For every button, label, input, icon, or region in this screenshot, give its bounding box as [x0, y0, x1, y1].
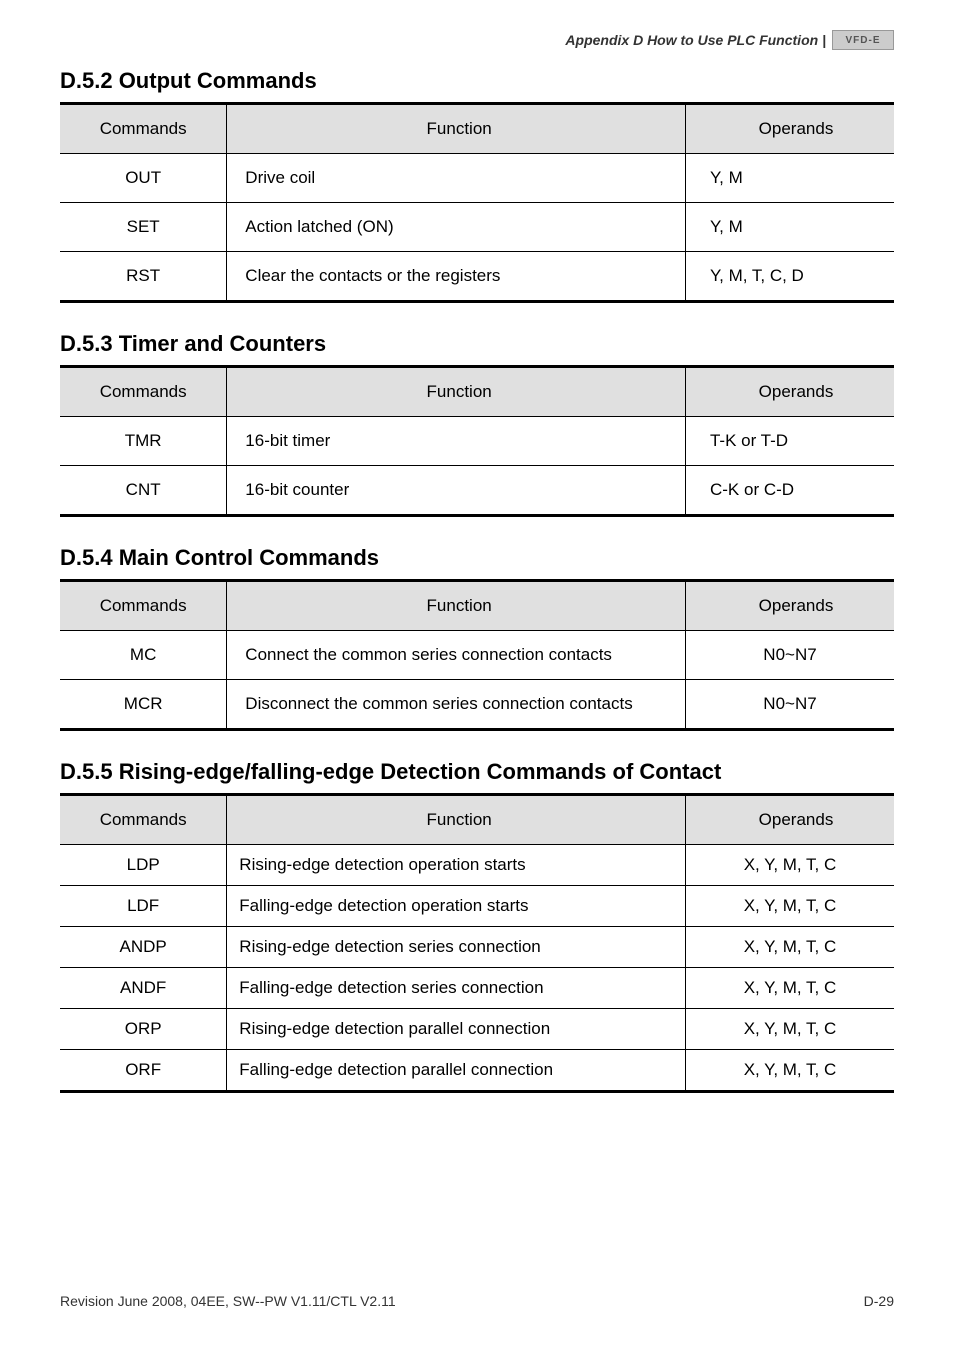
- cell-cmd: LDP: [60, 845, 227, 886]
- cell-cmd: TMR: [60, 417, 227, 466]
- table-row: CNT16-bit counterC-K or C-D: [60, 466, 894, 516]
- section-title: D.5.2 Output Commands: [60, 68, 894, 94]
- cell-func: Clear the contacts or the registers: [227, 252, 686, 302]
- commands-table: CommandsFunctionOperandsLDPRising-edge d…: [60, 793, 894, 1093]
- cell-op: N0~N7: [685, 631, 894, 680]
- commands-table: CommandsFunctionOperandsTMR16-bit timerT…: [60, 365, 894, 517]
- cell-op: X, Y, M, T, C: [685, 845, 894, 886]
- table-row: ORFFalling-edge detection parallel conne…: [60, 1050, 894, 1092]
- page-header: Appendix D How to Use PLC Function | VFD…: [60, 30, 894, 50]
- cell-func: Falling-edge detection parallel connecti…: [227, 1050, 686, 1092]
- table-header-cmd: Commands: [60, 367, 227, 417]
- table-header-op: Operands: [685, 367, 894, 417]
- cell-op: Y, M: [685, 203, 894, 252]
- table-row: MCRDisconnect the common series connecti…: [60, 680, 894, 730]
- cell-cmd: RST: [60, 252, 227, 302]
- table-header-func: Function: [227, 581, 686, 631]
- table-header-cmd: Commands: [60, 104, 227, 154]
- cell-op: X, Y, M, T, C: [685, 1050, 894, 1092]
- table-row: ORPRising-edge detection parallel connec…: [60, 1009, 894, 1050]
- table-row: LDPRising-edge detection operation start…: [60, 845, 894, 886]
- cell-op: C-K or C-D: [685, 466, 894, 516]
- cell-cmd: LDF: [60, 886, 227, 927]
- footer-revision: Revision June 2008, 04EE, SW--PW V1.11/C…: [60, 1293, 396, 1309]
- vfd-logo: VFD-E: [832, 30, 894, 50]
- table-header-func: Function: [227, 367, 686, 417]
- cell-func: Falling-edge detection series connection: [227, 968, 686, 1009]
- cell-func: Connect the common series connection con…: [227, 631, 686, 680]
- table-header-func: Function: [227, 795, 686, 845]
- cell-cmd: ORF: [60, 1050, 227, 1092]
- cell-cmd: MCR: [60, 680, 227, 730]
- cell-func: Disconnect the common series connection …: [227, 680, 686, 730]
- table-header-cmd: Commands: [60, 795, 227, 845]
- cell-func: Falling-edge detection operation starts: [227, 886, 686, 927]
- table-row: SETAction latched (ON)Y, M: [60, 203, 894, 252]
- table-header-cmd: Commands: [60, 581, 227, 631]
- cell-func: Action latched (ON): [227, 203, 686, 252]
- commands-table: CommandsFunctionOperandsMCConnect the co…: [60, 579, 894, 731]
- content-area: D.5.2 Output CommandsCommandsFunctionOpe…: [60, 68, 894, 1093]
- cell-func: Rising-edge detection operation starts: [227, 845, 686, 886]
- cell-cmd: CNT: [60, 466, 227, 516]
- cell-op: X, Y, M, T, C: [685, 1009, 894, 1050]
- table-row: LDFFalling-edge detection operation star…: [60, 886, 894, 927]
- section-title: D.5.5 Rising-edge/falling-edge Detection…: [60, 759, 894, 785]
- cell-cmd: OUT: [60, 154, 227, 203]
- cell-op: Y, M: [685, 154, 894, 203]
- table-row: ANDPRising-edge detection series connect…: [60, 927, 894, 968]
- section-title: D.5.4 Main Control Commands: [60, 545, 894, 571]
- cell-func: 16-bit counter: [227, 466, 686, 516]
- page-footer: Revision June 2008, 04EE, SW--PW V1.11/C…: [60, 1293, 894, 1309]
- table-row: ANDFFalling-edge detection series connec…: [60, 968, 894, 1009]
- commands-table: CommandsFunctionOperandsOUTDrive coilY, …: [60, 102, 894, 303]
- footer-page-number: D-29: [864, 1293, 894, 1309]
- cell-op: N0~N7: [685, 680, 894, 730]
- table-row: MCConnect the common series connection c…: [60, 631, 894, 680]
- table-row: OUTDrive coilY, M: [60, 154, 894, 203]
- cell-cmd: SET: [60, 203, 227, 252]
- header-text: Appendix D How to Use PLC Function |: [565, 32, 826, 48]
- cell-op: X, Y, M, T, C: [685, 927, 894, 968]
- table-header-op: Operands: [685, 795, 894, 845]
- table-row: TMR16-bit timerT-K or T-D: [60, 417, 894, 466]
- cell-op: X, Y, M, T, C: [685, 968, 894, 1009]
- cell-func: Rising-edge detection parallel connectio…: [227, 1009, 686, 1050]
- cell-func: Drive coil: [227, 154, 686, 203]
- cell-cmd: MC: [60, 631, 227, 680]
- cell-op: X, Y, M, T, C: [685, 886, 894, 927]
- cell-op: T-K or T-D: [685, 417, 894, 466]
- cell-cmd: ORP: [60, 1009, 227, 1050]
- table-header-op: Operands: [685, 581, 894, 631]
- cell-cmd: ANDP: [60, 927, 227, 968]
- table-row: RSTClear the contacts or the registersY,…: [60, 252, 894, 302]
- section-title: D.5.3 Timer and Counters: [60, 331, 894, 357]
- table-header-op: Operands: [685, 104, 894, 154]
- cell-func: Rising-edge detection series connection: [227, 927, 686, 968]
- cell-cmd: ANDF: [60, 968, 227, 1009]
- cell-func: 16-bit timer: [227, 417, 686, 466]
- table-header-func: Function: [227, 104, 686, 154]
- cell-op: Y, M, T, C, D: [685, 252, 894, 302]
